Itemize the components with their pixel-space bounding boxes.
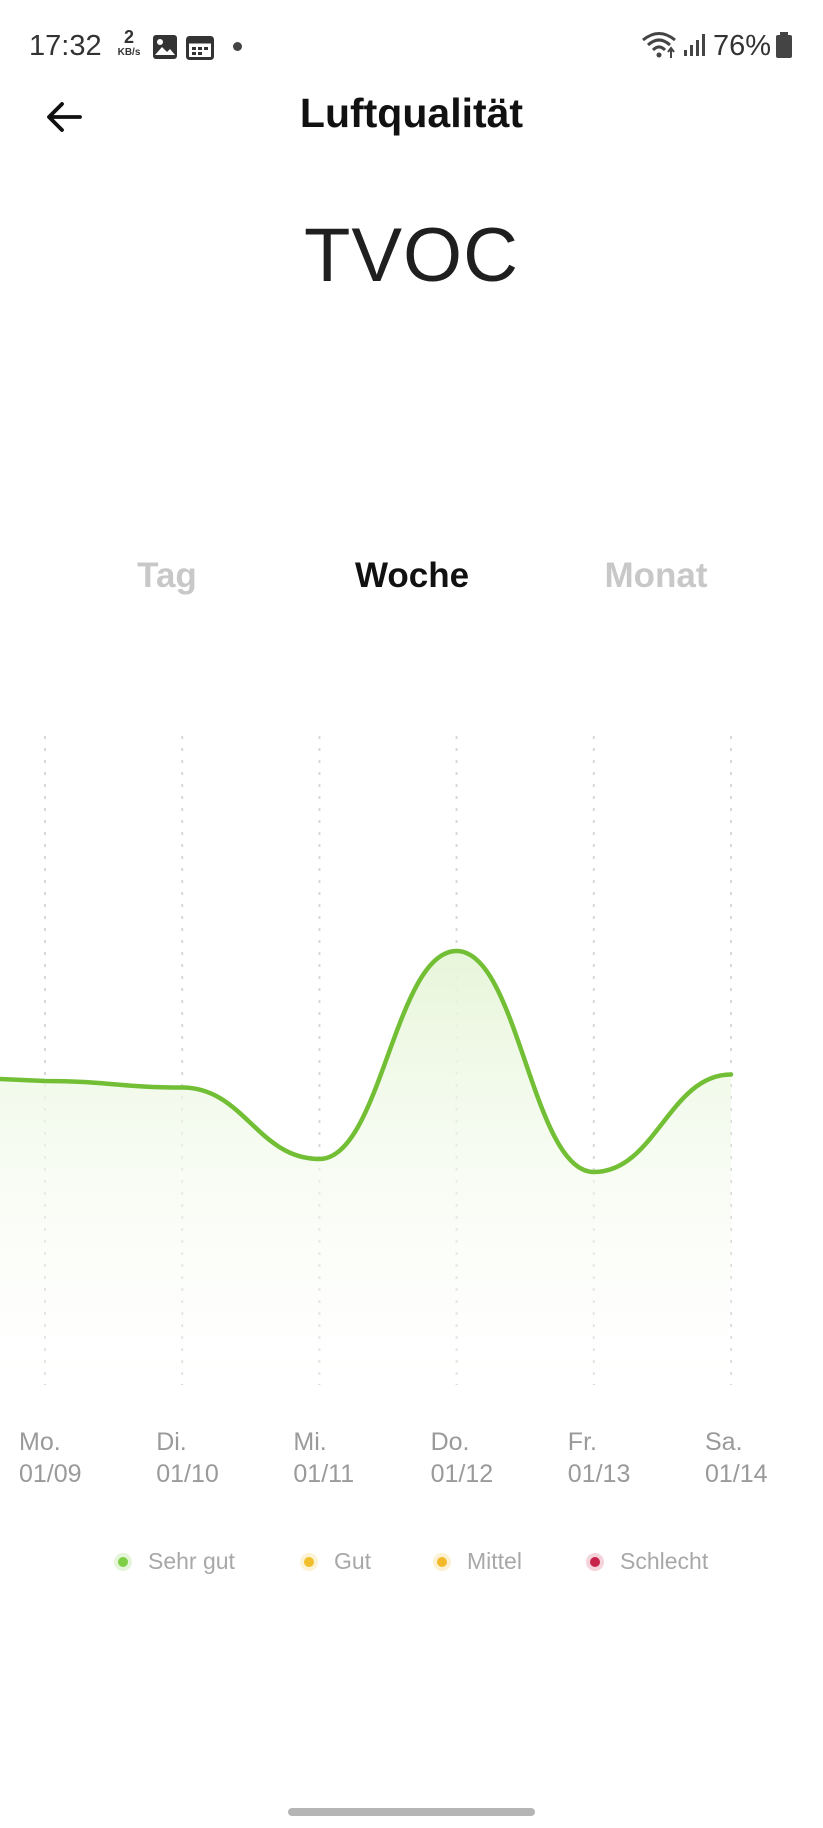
x-tick-label: Mo. 01/09 [19, 1426, 82, 1490]
x-tick-label: Sa. 01/14 [705, 1426, 768, 1490]
legend-dot-icon [114, 1552, 132, 1571]
tab-month[interactable]: Monat [604, 556, 707, 596]
legend-item-sehr-gut: Sehr gut [114, 1548, 235, 1575]
x-tick-date: 01/13 [567, 1460, 631, 1488]
x-tick-day: Di. [156, 1428, 187, 1456]
x-tick-day: Fr. [567, 1428, 597, 1456]
x-tick-date: 01/11 [293, 1460, 355, 1488]
legend-item-gut: Gut [300, 1548, 371, 1575]
app-header: Luftqualität [0, 80, 823, 150]
x-tick-date: 01/10 [156, 1460, 219, 1488]
x-tick-day: Do. [430, 1428, 470, 1456]
network-speed-value: 2 [123, 27, 134, 47]
legend-label: Schlecht [620, 1548, 709, 1574]
battery-icon [776, 32, 792, 58]
x-tick-label: Fr. 01/13 [568, 1426, 631, 1490]
legend-item-mittel: Mittel [433, 1548, 522, 1575]
x-axis-labels: Mo. 01/09 Di. 01/10 Mi. 01/11 Do. 01/12 Fr. 01/13… [0, 1426, 823, 1496]
tab-day[interactable]: Tag [137, 556, 197, 596]
x-tick-day: Mi. [293, 1428, 327, 1456]
legend-item-schlecht: Schlecht [586, 1548, 708, 1575]
tab-week[interactable]: Woche [355, 556, 469, 596]
signal-icon [684, 34, 705, 56]
battery-percent: 76% [713, 30, 772, 62]
tvoc-chart [0, 736, 734, 1385]
legend-label: Sehr gut [148, 1548, 235, 1574]
x-tick-day: Sa. [705, 1428, 743, 1456]
legend-dot-icon [586, 1552, 604, 1571]
page-title: Luftqualität [299, 90, 524, 136]
x-tick-label: Di. 01/10 [156, 1426, 219, 1490]
legend-dot-icon [433, 1552, 451, 1571]
legend-label: Gut [334, 1548, 372, 1574]
wifi-icon [642, 32, 676, 58]
gallery-icon [153, 35, 177, 59]
x-tick-date: 01/09 [19, 1460, 82, 1488]
network-speed: 2 KB/s [112, 28, 146, 58]
home-indicator[interactable] [288, 1808, 535, 1816]
x-tick-label: Mi. 01/11 [293, 1426, 354, 1490]
x-tick-day: Mo. [19, 1428, 61, 1456]
period-tabs: Tag Woche Monat [0, 556, 823, 606]
status-time: 17:32 [29, 30, 102, 62]
legend: Sehr gut Gut Mittel Schlecht [0, 1548, 823, 1584]
network-speed-unit: KB/s [117, 47, 141, 58]
x-tick-date: 01/12 [430, 1460, 494, 1488]
metric-title: TVOC [303, 213, 520, 298]
calendar-icon [186, 36, 214, 60]
x-tick-label: Do. 01/12 [431, 1426, 494, 1490]
x-tick-date: 01/14 [705, 1460, 768, 1488]
notification-dot [233, 42, 242, 51]
legend-dot-icon [300, 1552, 318, 1571]
legend-label: Mittel [467, 1548, 522, 1574]
